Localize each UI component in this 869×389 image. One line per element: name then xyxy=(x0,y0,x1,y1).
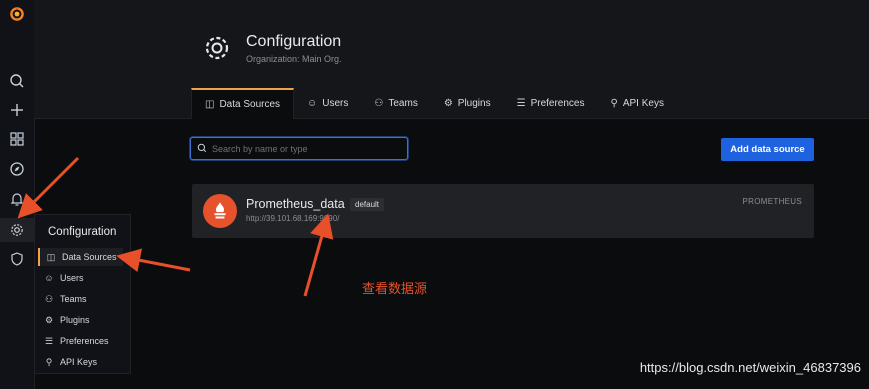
sliders-icon: ☰ xyxy=(44,335,54,346)
compass-icon[interactable] xyxy=(8,160,26,178)
menu-item-label: Users xyxy=(60,273,84,283)
configuration-flyout-menu: Configuration ◫ Data Sources ☺ Users ⚇ T… xyxy=(34,214,131,374)
prometheus-logo-icon xyxy=(203,194,237,228)
user-icon: ☺ xyxy=(44,273,54,283)
grafana-logo-icon[interactable] xyxy=(7,4,27,24)
search-input[interactable] xyxy=(210,142,404,155)
menu-item-label: Teams xyxy=(60,294,87,304)
key-icon: ⚲ xyxy=(45,356,53,367)
annotation-text: 查看数据源 xyxy=(362,281,428,296)
menu-item-plugins[interactable]: ⚙ Plugins xyxy=(38,311,123,329)
search-field xyxy=(190,137,408,160)
gear-icon[interactable] xyxy=(8,221,26,239)
gear-icon xyxy=(201,32,233,64)
key-icon: ⚲ xyxy=(610,97,618,109)
plug-icon: ⚙ xyxy=(44,314,54,325)
add-data-source-button[interactable]: Add data source xyxy=(721,138,814,161)
tab-label: Teams xyxy=(388,97,418,109)
database-icon: ◫ xyxy=(46,251,56,262)
plus-icon[interactable] xyxy=(8,101,26,119)
menu-item-api-keys[interactable]: ⚲ API Keys xyxy=(38,353,123,371)
datasource-name: Prometheus_data xyxy=(246,197,345,211)
menu-item-preferences[interactable]: ☰ Preferences xyxy=(38,332,123,350)
datasource-url: http://39.101.68.169:9090/ xyxy=(246,214,340,223)
tab-preferences[interactable]: ☰ Preferences xyxy=(504,88,598,118)
menu-item-teams[interactable]: ⚇ Teams xyxy=(38,290,123,308)
search-icon[interactable] xyxy=(8,72,26,90)
tab-label: Preferences xyxy=(530,97,585,109)
search-icon xyxy=(197,140,207,158)
menu-item-label: Preferences xyxy=(60,336,109,346)
shield-icon[interactable] xyxy=(8,250,26,268)
database-icon: ◫ xyxy=(205,99,215,110)
tab-api-keys[interactable]: ⚲ API Keys xyxy=(597,88,676,118)
page-title: Configuration xyxy=(246,33,342,50)
tab-label: Data Sources xyxy=(219,99,281,110)
users-icon: ⚇ xyxy=(44,293,54,304)
plug-icon: ⚙ xyxy=(443,97,453,109)
tab-teams[interactable]: ⚇ Teams xyxy=(361,88,430,118)
menu-item-label: Plugins xyxy=(60,315,90,325)
users-icon: ⚇ xyxy=(374,97,384,109)
user-icon: ☺ xyxy=(307,97,318,109)
datasource-type: PROMETHEUS xyxy=(742,197,802,206)
menu-item-data-sources[interactable]: ◫ Data Sources xyxy=(38,248,123,266)
menu-item-users[interactable]: ☺ Users xyxy=(38,269,123,287)
tab-label: API Keys xyxy=(622,97,664,109)
sliders-icon: ☰ xyxy=(516,97,526,109)
menu-header[interactable]: Configuration xyxy=(48,226,116,238)
dashboards-icon[interactable] xyxy=(8,130,26,148)
page-subtitle: Organization: Main Org. xyxy=(246,54,342,64)
menu-item-label: Data Sources xyxy=(62,252,117,262)
watermark-text: https://blog.csdn.net/weixin_46837396 xyxy=(639,360,861,375)
tab-label: Plugins xyxy=(457,97,491,109)
datasource-card[interactable]: Prometheus_data default http://39.101.68… xyxy=(192,184,814,238)
sidebar xyxy=(0,0,35,389)
tab-label: Users xyxy=(322,97,349,109)
tab-data-sources[interactable]: ◫ Data Sources xyxy=(191,88,295,119)
page-header: Configuration Organization: Main Org. ◫ … xyxy=(34,0,869,119)
tab-plugins[interactable]: ⚙ Plugins xyxy=(431,88,504,118)
bell-icon[interactable] xyxy=(8,190,26,208)
tab-users[interactable]: ☺ Users xyxy=(294,88,361,118)
arrow-to-data-sources xyxy=(116,248,191,273)
tab-bar: ◫ Data Sources ☺ Users ⚇ Teams ⚙ Plugins… xyxy=(191,88,677,119)
default-badge: default xyxy=(350,198,385,211)
menu-item-label: API Keys xyxy=(60,357,98,367)
